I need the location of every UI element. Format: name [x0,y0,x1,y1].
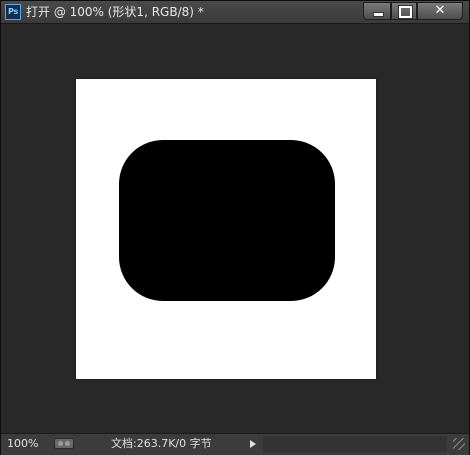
maximize-icon [398,5,413,19]
photoshop-app-icon[interactable]: Ps [5,4,21,20]
document-window: Ps 打开 @ 100% (形状1, RGB/8) * ✕ 100% 文档:26… [0,0,470,455]
document-size-info: 文档:263.7K/0 字节 [111,437,212,450]
proof-setup-icon[interactable] [54,438,74,449]
maximize-button[interactable] [391,2,417,20]
minimize-icon [373,12,384,17]
close-icon: ✕ [434,3,446,18]
rounded-rectangle-shape[interactable] [119,140,335,301]
status-bar: 100% 文档:263.7K/0 字节 [1,433,469,455]
horizontal-scrollbar[interactable] [263,436,447,452]
document-title: 打开 @ 100% (形状1, RGB/8) * [26,5,204,19]
canvas-workspace[interactable] [1,24,469,433]
document-canvas[interactable] [76,79,376,379]
status-menu-arrow-icon[interactable] [250,440,256,448]
minimize-button[interactable] [363,2,391,20]
title-bar[interactable]: Ps 打开 @ 100% (形状1, RGB/8) * ✕ [1,1,469,24]
close-button[interactable]: ✕ [417,2,463,20]
resize-grip-icon[interactable] [453,438,465,450]
zoom-level[interactable]: 100% [7,437,38,451]
